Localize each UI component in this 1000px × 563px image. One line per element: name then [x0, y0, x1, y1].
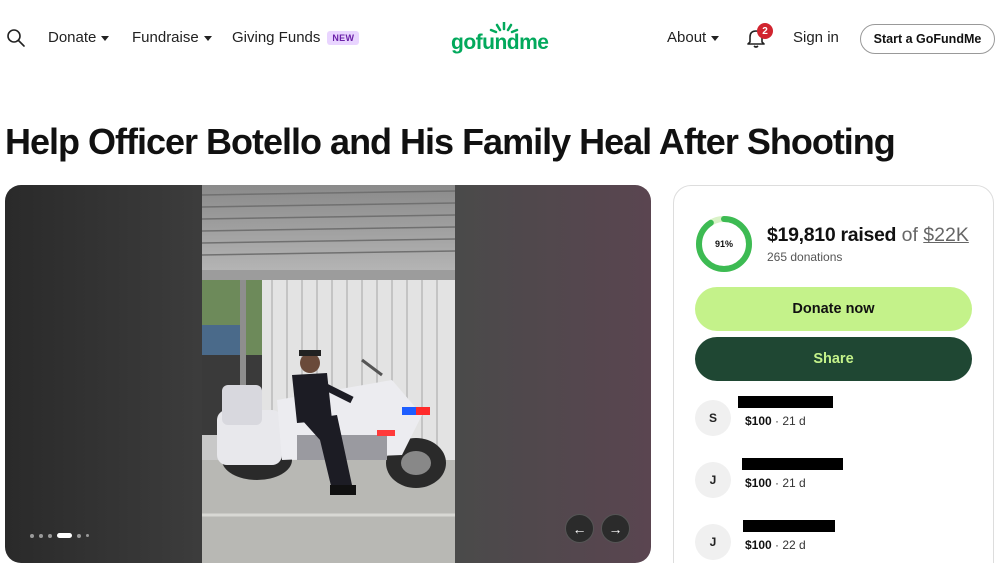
- media-carousel[interactable]: ← →: [5, 185, 651, 563]
- donor-time: 21 d: [782, 414, 806, 428]
- arrow-right-icon: →: [608, 520, 623, 537]
- prev-slide-button[interactable]: ←: [565, 514, 594, 543]
- nav-giving-funds-label: Giving Funds: [232, 29, 321, 46]
- donor-meta: $100 · 21 d: [745, 476, 806, 490]
- carousel-dot[interactable]: [77, 533, 81, 538]
- nav-donate[interactable]: Donate: [48, 29, 110, 46]
- nav-fundraise[interactable]: Fundraise: [132, 29, 212, 46]
- donor-item: J $100 · 21 d: [695, 458, 975, 498]
- caret-down-icon: [203, 36, 212, 41]
- logo-text: gofundme: [451, 31, 549, 54]
- donation-card: 91% $19,810 raised of $22K 265 donations…: [673, 185, 994, 563]
- avatar: J: [695, 462, 731, 498]
- of-text: of: [901, 224, 918, 246]
- donor-amount: $100: [745, 414, 772, 428]
- redacted-name: [738, 396, 833, 408]
- carousel-dot-active[interactable]: [57, 533, 72, 538]
- caret-down-icon: [711, 36, 720, 41]
- next-slide-button[interactable]: →: [601, 514, 630, 543]
- nav-about-label: About: [667, 29, 707, 46]
- carousel-dot[interactable]: [86, 534, 89, 537]
- officer-motorcycle-image: [202, 185, 455, 563]
- gofundme-logo[interactable]: gofundme: [451, 22, 551, 56]
- search-icon[interactable]: [6, 28, 26, 48]
- redacted-name: [742, 458, 843, 470]
- goal-amount[interactable]: $22K: [923, 224, 969, 246]
- donor-item: S $100 · 21 d: [695, 396, 975, 436]
- raised-summary: $19,810 raised of $22K: [767, 224, 969, 247]
- nav-giving-funds[interactable]: Giving Funds NEW: [232, 29, 360, 46]
- donor-time: 22 d: [782, 538, 806, 552]
- share-button[interactable]: Share: [695, 337, 972, 381]
- signin-link[interactable]: Sign in: [793, 29, 839, 46]
- new-badge: NEW: [327, 30, 360, 45]
- donor-meta: $100 · 22 d: [745, 538, 806, 552]
- campaign-photo: [202, 185, 455, 563]
- donations-count: 265 donations: [767, 250, 843, 264]
- arrow-left-icon: ←: [572, 520, 587, 537]
- donor-amount: $100: [745, 476, 772, 490]
- avatar: J: [695, 524, 731, 560]
- carousel-dots: [30, 533, 89, 538]
- donate-now-button[interactable]: Donate now: [695, 287, 972, 331]
- carousel-dot[interactable]: [30, 533, 34, 538]
- notification-count-badge: 2: [757, 23, 773, 39]
- nav-donate-label: Donate: [48, 29, 97, 46]
- carousel-dot[interactable]: [39, 533, 43, 538]
- redacted-name: [743, 520, 835, 532]
- nav-about[interactable]: About: [667, 29, 720, 46]
- caret-down-icon: [101, 36, 110, 41]
- donor-meta: $100 · 21 d: [745, 414, 806, 428]
- site-header: Donate Fundraise Giving Funds NEW gofund…: [0, 0, 1000, 76]
- progress-percent: 91%: [714, 239, 733, 249]
- start-gofundme-button[interactable]: Start a GoFundMe: [860, 24, 995, 54]
- donor-item: J $100 · 22 d: [695, 520, 975, 560]
- raised-amount: $19,810 raised: [767, 224, 897, 246]
- nav-fundraise-label: Fundraise: [132, 29, 199, 46]
- carousel-dot[interactable]: [48, 533, 52, 538]
- avatar: S: [695, 400, 731, 436]
- donor-time: 21 d: [782, 476, 806, 490]
- page-title: Help Officer Botello and His Family Heal…: [5, 121, 896, 162]
- donor-amount: $100: [745, 538, 772, 552]
